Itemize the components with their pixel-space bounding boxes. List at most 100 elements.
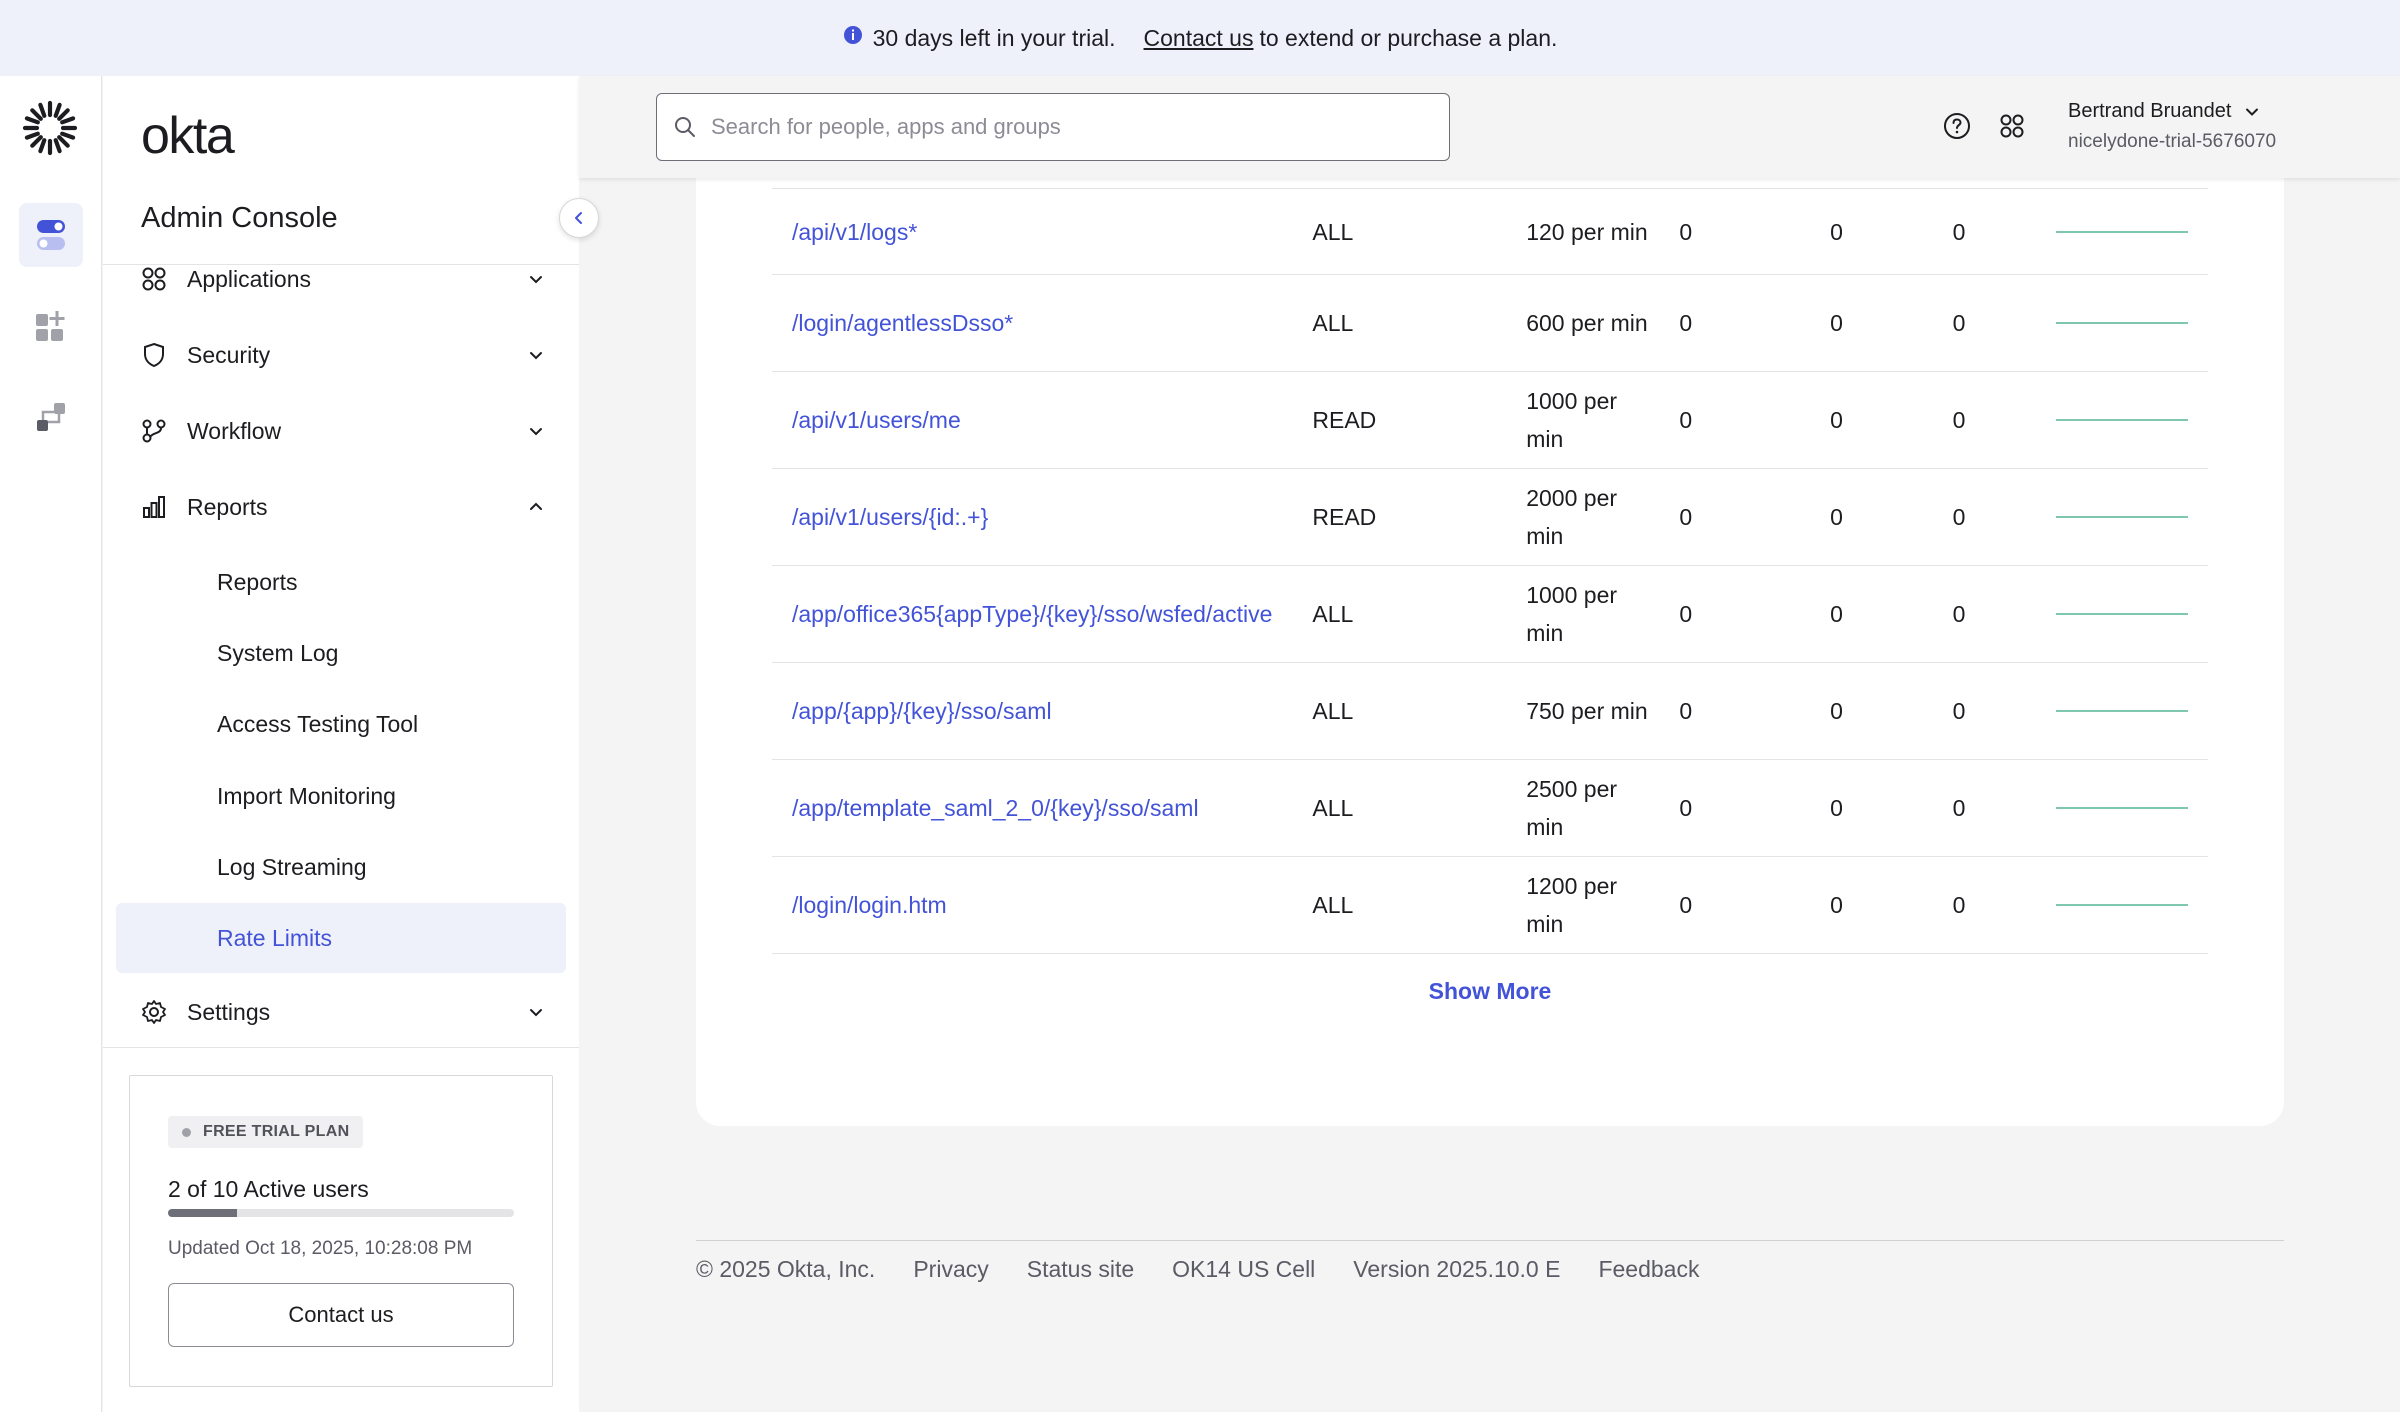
- count-cell: 0: [1932, 856, 2056, 954]
- help-icon[interactable]: [1942, 111, 1972, 141]
- trial-message: 30 days left in your trial.: [872, 24, 1116, 51]
- method-cell: ALL: [1292, 565, 1507, 663]
- sparkline: [2056, 230, 2188, 233]
- footer-privacy-link[interactable]: Privacy: [913, 1256, 988, 1283]
- okta-logo-icon[interactable]: [22, 100, 78, 156]
- search-box[interactable]: [656, 93, 1450, 161]
- apps-grid-icon[interactable]: [1997, 111, 2027, 141]
- footer-feedback-link[interactable]: Feedback: [1598, 1256, 1699, 1283]
- trial-suffix: to extend or purchase a plan.: [1259, 24, 1558, 51]
- endpoint-link[interactable]: /api/v1/users/{id:.+}: [772, 468, 1293, 566]
- count-cell: 0: [1659, 662, 1811, 760]
- sub-item-rate-limits[interactable]: Rate Limits: [116, 903, 566, 973]
- contact-us-button[interactable]: Contact us: [168, 1283, 514, 1347]
- sidebar: okta Admin Console Applications Security: [103, 76, 599, 1412]
- count-cell: 0: [1659, 371, 1811, 469]
- updated-timestamp: Updated Oct 18, 2025, 10:28:08 PM: [168, 1238, 473, 1259]
- endpoint-link[interactable]: /app/{app}/{key}/sso/saml: [772, 662, 1293, 760]
- endpoint-link[interactable]: /login/agentlessDsso*: [772, 274, 1293, 372]
- rate-limits-table: /api/v1/logs* ALL 120 per min 0 0 0/login/age…: [772, 188, 2208, 954]
- sparkline: [2056, 322, 2188, 324]
- nav-reports[interactable]: Reports: [141, 479, 545, 535]
- table-row: /login/agentlessDsso* ALL 600 per min 0 0 0: [772, 274, 2208, 372]
- method-cell: READ: [1292, 468, 1507, 566]
- banner-contact-link[interactable]: Contact us: [1144, 25, 1254, 52]
- endpoint-link[interactable]: /app/template_saml_2_0/{key}/sso/saml: [772, 759, 1293, 857]
- footer-version: Version 2025.10.0 E: [1353, 1256, 1561, 1282]
- nav-workflow[interactable]: Workflow: [141, 403, 545, 459]
- user-name: Bertrand Bruandet: [2068, 100, 2232, 122]
- limit-cell: 1200 per min: [1506, 856, 1660, 954]
- table-row: /api/v1/users/{id:.+} READ 2000 per min 0 0 0: [772, 468, 2208, 566]
- count-cell: 0: [1932, 274, 2056, 372]
- rail-admin-button[interactable]: [19, 203, 83, 267]
- sub-item-import-monitoring[interactable]: Import Monitoring: [116, 761, 566, 831]
- footer: © 2025 Okta, Inc. Privacy Status site OK…: [696, 1256, 1737, 1283]
- okta-brand-logo[interactable]: okta: [141, 106, 235, 166]
- count-cell: 0: [1932, 662, 2056, 760]
- show-more-button[interactable]: Show More: [696, 978, 2284, 1005]
- status-dot: [182, 1127, 191, 1137]
- nav-settings[interactable]: Settings: [141, 984, 545, 1040]
- sparkline: [2056, 710, 2188, 712]
- limit-cell: 2500 per min: [1506, 759, 1660, 857]
- user-menu[interactable]: Bertrand Bruandet nicelydone-trial-56760…: [2068, 100, 2276, 153]
- method-cell: ALL: [1292, 274, 1507, 372]
- count-cell: 0: [1659, 274, 1811, 372]
- collapse-sidebar-button[interactable]: [559, 198, 599, 238]
- info-icon: [843, 26, 862, 44]
- table-row: /api/v1/logs* ALL 120 per min 0 0 0: [772, 188, 2208, 275]
- sparkline: [2056, 807, 2188, 809]
- top-header: Bertrand Bruandet nicelydone-trial-56760…: [579, 76, 2400, 178]
- rail-workflow-button[interactable]: [19, 385, 83, 449]
- reports-icon: [143, 496, 165, 518]
- trial-banner: 30 days left in your trial. Contact us t…: [0, 0, 2400, 76]
- limit-cell: 600 per min: [1506, 274, 1660, 372]
- table-row: /app/template_saml_2_0/{key}/sso/saml ALL…: [772, 759, 2208, 857]
- table-row: /app/{app}/{key}/sso/saml ALL 750 per min 0…: [772, 662, 2208, 760]
- chevron-down-icon: [530, 352, 542, 360]
- nav-security[interactable]: Security: [141, 327, 545, 383]
- add-widget-icon: [36, 311, 65, 341]
- sparkline-cell: [2056, 274, 2208, 372]
- endpoint-link[interactable]: /api/v1/users/me: [772, 371, 1293, 469]
- limit-cell: 2000 per min: [1506, 468, 1660, 566]
- count-cell: 0: [1659, 856, 1811, 954]
- applications-icon: [142, 267, 166, 291]
- sub-item-log-streaming[interactable]: Log Streaming: [116, 832, 566, 902]
- count-cell: 0: [1810, 274, 1933, 372]
- sub-item-reports[interactable]: Reports: [116, 547, 566, 617]
- sub-item-access-testing-tool[interactable]: Access Testing Tool: [116, 689, 566, 759]
- method-cell: ALL: [1292, 759, 1507, 857]
- active-users-progress: [168, 1209, 514, 1217]
- rail-add-widget-button[interactable]: [19, 294, 83, 358]
- nav-applications[interactable]: Applications: [141, 251, 545, 307]
- count-cell: 0: [1932, 565, 2056, 663]
- count-cell: 0: [1659, 759, 1811, 857]
- chevron-down-icon: [530, 276, 542, 284]
- rate-limits-card: /api/v1/logs* ALL 120 per min 0 0 0/login/age…: [696, 160, 2284, 1126]
- count-cell: 0: [1659, 188, 1811, 275]
- endpoint-link[interactable]: /app/office365{appType}/{key}/sso/wsfed/…: [772, 565, 1293, 663]
- method-cell: ALL: [1292, 188, 1507, 275]
- search-input[interactable]: [711, 114, 1449, 140]
- sub-item-system-log[interactable]: System Log: [116, 618, 566, 688]
- search-icon: [675, 117, 695, 137]
- table-row: /api/v1/users/me READ 1000 per min 0 0 0: [772, 371, 2208, 469]
- method-cell: ALL: [1292, 856, 1507, 954]
- limit-cell: 120 per min: [1506, 188, 1660, 275]
- count-cell: 0: [1659, 565, 1811, 663]
- console-title: Admin Console: [141, 202, 338, 234]
- active-users-text: 2 of 10 Active users: [168, 1176, 369, 1202]
- user-org: nicelydone-trial-5676070: [2068, 131, 2277, 152]
- footer-cell: OK14 US Cell: [1172, 1256, 1316, 1282]
- footer-status-link[interactable]: Status site: [1027, 1256, 1134, 1283]
- limit-cell: 1000 per min: [1506, 371, 1660, 469]
- left-rail: [0, 76, 102, 1412]
- nav-reports-label: Reports: [187, 493, 268, 520]
- count-cell: 0: [1659, 468, 1811, 566]
- endpoint-link[interactable]: /api/v1/logs*: [772, 188, 1293, 275]
- nav-settings-label: Settings: [187, 998, 271, 1025]
- sparkline-cell: [2056, 188, 2208, 275]
- endpoint-link[interactable]: /login/login.htm: [772, 856, 1293, 954]
